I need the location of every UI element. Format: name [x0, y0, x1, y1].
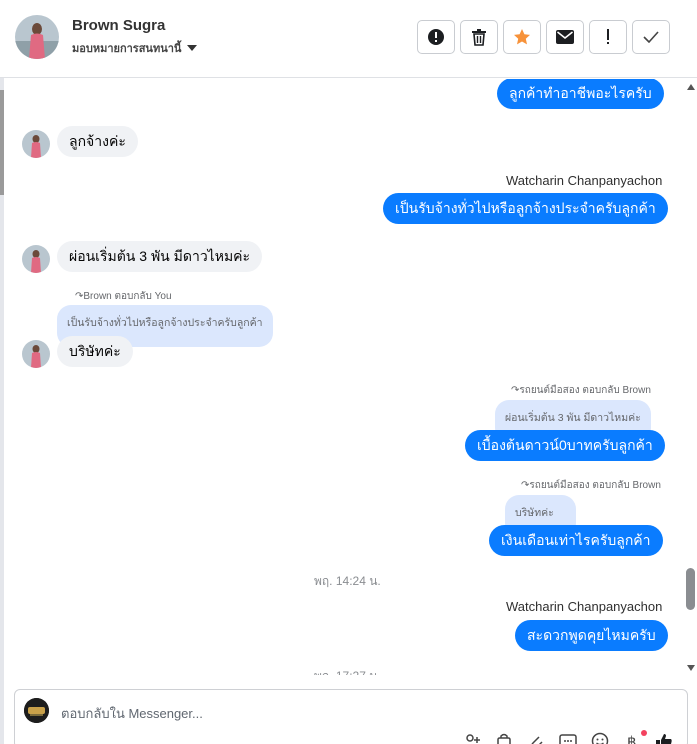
reply-label-text: รถยนต์มือสอง ตอบกลับ Brown — [529, 480, 661, 491]
sender-name: Watcharin Chanpanyachon — [506, 599, 663, 614]
trash-icon — [472, 29, 486, 46]
scroll-up-arrow-icon[interactable] — [687, 84, 695, 90]
notification-dot — [641, 730, 647, 736]
star-icon — [514, 29, 530, 45]
assign-conversation-dropdown[interactable]: มอบหมายการสนทนานี้ — [72, 39, 198, 57]
outgoing-message[interactable]: เงินเดือนเท่าไรครับลูกค้า — [489, 525, 663, 556]
reply-label-text: รถยนต์มือสอง ตอบกลับ Brown — [519, 385, 651, 396]
message-thread[interactable]: ลูกค้าทำอาชีพอะไรครับ ลูกจ้างค่ะ Watchar… — [5, 79, 685, 675]
assign-label: มอบหมายการสนทนานี้ — [72, 43, 182, 55]
star-button[interactable] — [503, 20, 541, 54]
left-edge-scrollbar[interactable] — [0, 0, 4, 744]
chevron-down-icon — [187, 45, 198, 51]
exclamation-icon — [607, 29, 609, 44]
incoming-message[interactable]: ลูกจ้างค่ะ — [57, 126, 138, 157]
done-button[interactable] — [632, 20, 670, 54]
delete-button[interactable] — [460, 20, 498, 54]
alert-circle-icon — [428, 29, 444, 45]
contact-small-avatar[interactable] — [22, 245, 50, 273]
mark-unread-button[interactable] — [546, 20, 584, 54]
contact-small-avatar[interactable] — [22, 130, 50, 158]
conversation-header: Brown Sugra มอบหมายการสนทนานี้ — [0, 0, 697, 78]
contact-avatar[interactable] — [15, 15, 59, 59]
outgoing-message[interactable]: เป็นรับจ้างทั่วไปหรือลูกจ้างประจำครับลูก… — [383, 193, 668, 224]
thumbs-up-icon[interactable] — [655, 732, 673, 744]
timestamp: พฤ. 14:24 น. — [314, 574, 381, 588]
timestamp: พฤ. 17:27 น. — [314, 667, 381, 675]
paperclip-icon[interactable] — [527, 732, 545, 744]
message-input[interactable]: ตอบกลับใน Messenger... — [61, 703, 203, 724]
currency-icon[interactable]: ฿ — [623, 732, 641, 744]
saved-reply-icon[interactable] — [559, 732, 577, 744]
left-scroll-thumb[interactable] — [0, 90, 4, 195]
contact-name[interactable]: Brown Sugra — [72, 17, 165, 34]
reply-composer[interactable]: ตอบกลับใน Messenger... ฿ — [14, 689, 688, 744]
toolbar — [417, 20, 670, 54]
check-icon — [643, 31, 659, 43]
thread-scrollbar[interactable] — [686, 80, 696, 675]
incoming-message[interactable]: บริษัทค่ะ — [57, 336, 133, 367]
add-person-icon[interactable] — [463, 732, 481, 744]
envelope-icon — [556, 30, 574, 44]
incoming-message[interactable]: ผ่อนเริ่มต้น 3 พัน มีดาวไหมค่ะ — [57, 241, 263, 272]
follow-up-button[interactable] — [589, 20, 627, 54]
contact-small-avatar[interactable] — [22, 340, 50, 368]
scroll-thumb[interactable] — [686, 568, 695, 610]
scroll-down-arrow-icon[interactable] — [687, 665, 695, 671]
sender-name: Watcharin Chanpanyachon — [506, 173, 663, 188]
outgoing-message[interactable]: สะดวกพูดคุยไหมครับ — [515, 620, 668, 651]
outgoing-message[interactable]: เบื้องต้นดาวน์0บาทครับลูกค้า — [465, 430, 665, 461]
emoji-icon[interactable] — [591, 732, 609, 744]
reply-label-text: Brown ตอบกลับ You — [83, 291, 172, 302]
reply-indicator: ↷รถยนต์มือสอง ตอบกลับ Brown — [521, 478, 661, 493]
shopping-bag-icon[interactable] — [495, 732, 513, 744]
outgoing-message[interactable]: ลูกค้าทำอาชีพอะไรครับ — [497, 79, 664, 109]
svg-text:฿: ฿ — [627, 733, 637, 744]
reply-indicator: ↷Brown ตอบกลับ You — [75, 289, 172, 304]
reply-indicator: ↷รถยนต์มือสอง ตอบกลับ Brown — [511, 383, 651, 398]
spam-button[interactable] — [417, 20, 455, 54]
page-avatar — [24, 698, 49, 723]
